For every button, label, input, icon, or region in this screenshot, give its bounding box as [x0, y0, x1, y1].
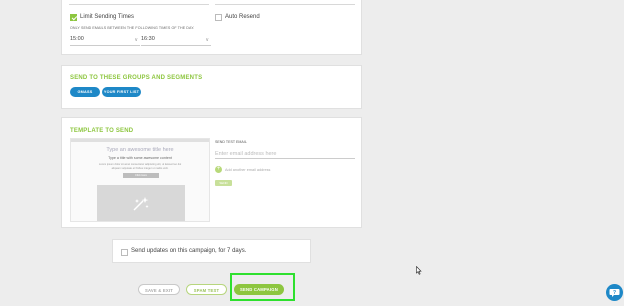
spam-test-button[interactable]: SPAM TEST: [186, 284, 227, 295]
preview-body-line-2: aliquam vulputate et finibus integer ut …: [111, 167, 169, 170]
preview-button: Click Here: [123, 173, 159, 178]
template-card: TEMPLATE TO SEND Type an awesome title h…: [61, 117, 362, 228]
template-section-title: TEMPLATE TO SEND: [70, 128, 134, 134]
end-time-select[interactable]: 16:30 ∨: [141, 36, 211, 46]
limit-sending-times-label: Limit Sending Times: [80, 14, 135, 20]
groups-card: SEND TO THESE GROUPS AND SEGMENTS GMASS …: [61, 65, 362, 109]
mouse-cursor-icon: [416, 266, 422, 275]
end-time-value: 16:30: [141, 36, 155, 42]
time-field-underline: [215, 4, 355, 5]
schedule-card: Limit Sending Times Auto Resend ONLY SEN…: [61, 0, 362, 55]
auto-resend-checkbox[interactable]: [215, 14, 222, 21]
chat-help-button[interactable]: ?: [606, 284, 623, 301]
magic-wand-icon: [133, 197, 149, 211]
send-test-email-label: SEND TEST EMAIL: [215, 140, 247, 144]
send-test-button[interactable]: SEND: [215, 180, 232, 186]
chevron-down-icon: ∨: [134, 37, 138, 43]
svg-text:?: ?: [613, 290, 616, 296]
updates-card: Send updates on this campaign, for 7 day…: [112, 239, 311, 263]
start-time-value: 15:00: [70, 36, 84, 42]
preview-image-placeholder: [97, 185, 185, 221]
send-campaign-button[interactable]: SEND CAMPAIGN: [234, 284, 284, 295]
limit-sending-times-checkbox[interactable]: [70, 14, 77, 21]
send-updates-checkbox[interactable]: [121, 249, 128, 256]
preview-heading: Type an awesome title here: [106, 147, 174, 153]
groups-section-title: SEND TO THESE GROUPS AND SEGMENTS: [70, 75, 203, 81]
test-email-input[interactable]: [215, 150, 355, 159]
send-updates-label: Send updates on this campaign, for 7 day…: [131, 248, 247, 254]
preview-header-bar: [71, 139, 209, 142]
auto-resend-label: Auto Resend: [225, 14, 260, 20]
add-email-icon[interactable]: +: [215, 166, 222, 173]
group-pill-your-first-list[interactable]: YOUR FIRST LIST: [102, 87, 141, 97]
date-field-underline: [69, 4, 209, 5]
chevron-down-icon: ∨: [205, 37, 209, 43]
preview-subheading: Type a title with some awesome content: [108, 156, 172, 160]
preview-body-line-1: Lorem ipsum dolor sit amet consectetur a…: [98, 163, 182, 166]
chat-icon: ?: [609, 289, 620, 297]
template-preview[interactable]: Type an awesome title here Type a title …: [70, 138, 210, 222]
group-pill-gmass[interactable]: GMASS: [70, 87, 100, 97]
start-time-select[interactable]: 15:00 ∨: [70, 36, 140, 46]
add-another-email-link[interactable]: Add another email address: [225, 168, 270, 172]
sending-times-note: ONLY SEND EMAILS BETWEEN THE FOLLOWING T…: [70, 26, 195, 30]
save-exit-button[interactable]: SAVE & EXIT: [138, 284, 180, 295]
